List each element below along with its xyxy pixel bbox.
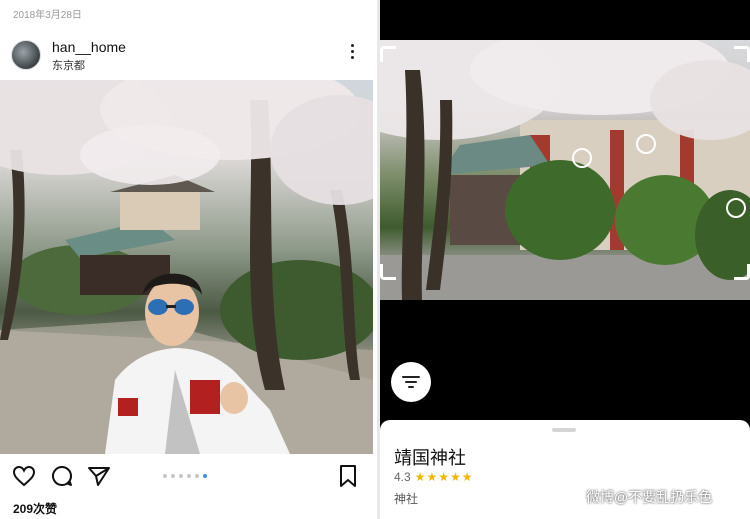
carousel-dot bbox=[171, 474, 175, 478]
frame-corner-bottom-left bbox=[380, 264, 396, 280]
carousel-dot bbox=[203, 474, 207, 478]
post-header: han__home 东京都 bbox=[0, 36, 377, 76]
frame-corner-bottom-right bbox=[734, 264, 750, 280]
comment-icon[interactable] bbox=[50, 464, 74, 488]
avatar[interactable] bbox=[11, 40, 41, 70]
place-category: 神社 bbox=[394, 492, 419, 506]
lens-photo-illustration bbox=[380, 40, 750, 300]
rating-stars: ★★★★★ bbox=[414, 470, 474, 484]
post-photo[interactable] bbox=[0, 80, 373, 454]
watermark: 微博@不要乱扔乐色 bbox=[586, 489, 713, 505]
like-count[interactable]: 209次赞 bbox=[13, 500, 57, 517]
post-date: 2018年3月28日 bbox=[13, 10, 82, 21]
instagram-post: 2018年3月28日 han__home 东京都 209次赞 bbox=[0, 0, 377, 519]
send-icon[interactable] bbox=[87, 464, 111, 488]
bookmark-icon[interactable] bbox=[336, 464, 360, 488]
lens-hotspot[interactable] bbox=[572, 148, 592, 168]
filter-button[interactable] bbox=[391, 362, 431, 402]
carousel-dot bbox=[187, 474, 191, 478]
place-name[interactable]: 靖国神社 bbox=[394, 444, 466, 470]
rating-value: 4.3 bbox=[394, 470, 411, 484]
sheet-drag-handle[interactable] bbox=[552, 428, 576, 432]
carousel-dot bbox=[179, 474, 183, 478]
lens-photo[interactable] bbox=[380, 40, 750, 300]
post-photo-illustration bbox=[0, 80, 373, 454]
more-vertical-icon[interactable] bbox=[349, 44, 355, 64]
lens-hotspot[interactable] bbox=[636, 134, 656, 154]
frame-corner-top-right bbox=[734, 46, 750, 62]
frame-corner-top-left bbox=[380, 46, 396, 62]
lens-hotspot[interactable] bbox=[726, 198, 746, 218]
carousel-dot bbox=[163, 474, 167, 478]
filter-icon bbox=[402, 376, 420, 388]
carousel-dots bbox=[163, 474, 207, 480]
username[interactable]: han__home bbox=[52, 39, 126, 55]
post-actions bbox=[0, 462, 377, 492]
place-rating: 4.3 ★★★★★ bbox=[394, 470, 473, 484]
lens-view: 靖国神社 4.3 ★★★★★ 神社 bbox=[380, 0, 750, 519]
location[interactable]: 东京都 bbox=[52, 57, 85, 73]
carousel-dot bbox=[195, 474, 199, 478]
heart-icon[interactable] bbox=[12, 464, 36, 488]
